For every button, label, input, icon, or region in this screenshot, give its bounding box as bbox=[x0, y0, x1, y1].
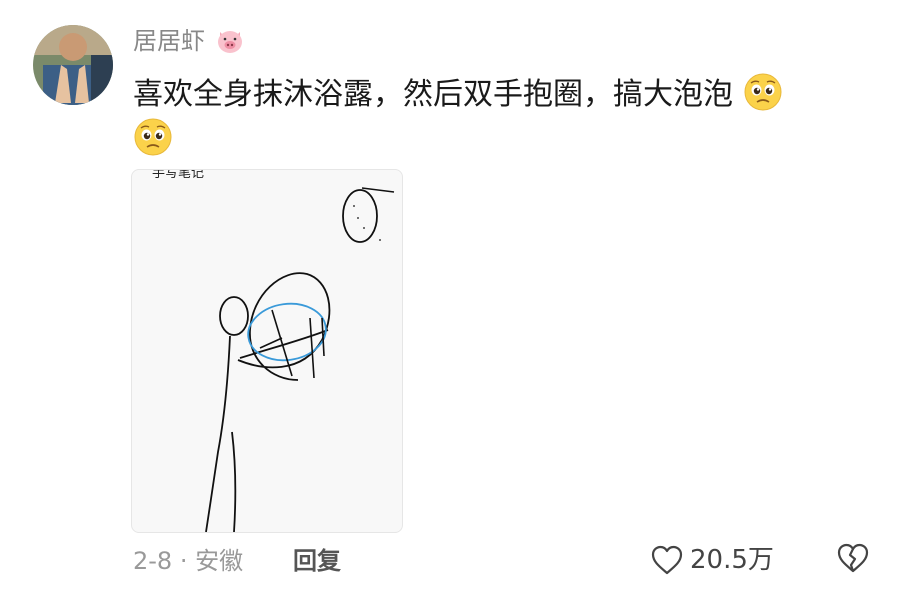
username-text: 居居虾 bbox=[133, 27, 205, 55]
like-count: 20.5万 bbox=[690, 545, 774, 575]
avatar-photo bbox=[33, 25, 113, 105]
sketch-header-text: 手写笔记 bbox=[152, 170, 204, 181]
comment-username[interactable]: 居居虾 bbox=[133, 24, 245, 58]
trailing-emoji bbox=[133, 117, 173, 161]
heart-outline-icon bbox=[651, 545, 683, 575]
comment-image[interactable]: 手写笔记 bbox=[131, 169, 403, 533]
comment-text: 喜欢全身抹沐浴露，然后双手抱圈，搞大泡泡 bbox=[133, 77, 733, 112]
comment-date-location: 2-8 · 安徽 bbox=[133, 547, 244, 575]
user-avatar[interactable] bbox=[33, 25, 113, 105]
broken-heart-icon bbox=[837, 543, 869, 573]
reply-button[interactable]: 回复 bbox=[293, 544, 341, 578]
pig-face-icon bbox=[217, 31, 242, 53]
pleading-face-icon bbox=[744, 73, 782, 111]
pleading-face-icon bbox=[134, 118, 172, 156]
like-button[interactable]: 20.5万 bbox=[650, 541, 774, 579]
sketch-drawing: 手写笔记 bbox=[152, 170, 395, 532]
comment-body: 喜欢全身抹沐浴露，然后双手抱圈，搞大泡泡 bbox=[133, 72, 863, 118]
dislike-button[interactable] bbox=[835, 541, 871, 579]
